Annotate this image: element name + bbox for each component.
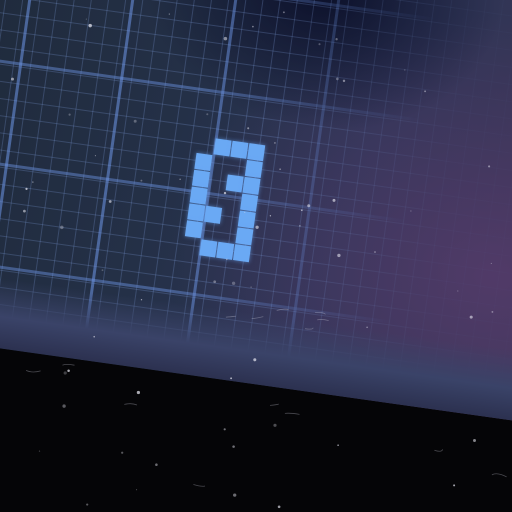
fiber-strand xyxy=(124,403,138,406)
dust-speck xyxy=(473,439,476,442)
dust-speck xyxy=(273,423,277,427)
dust-speck xyxy=(337,444,339,447)
dust-speck xyxy=(86,503,89,506)
dust-speck xyxy=(62,404,66,408)
digit-pixel xyxy=(240,193,259,212)
dust-speck xyxy=(121,451,124,454)
digit-pixel xyxy=(187,203,206,222)
fiber-strand xyxy=(491,473,507,478)
dust-speck xyxy=(233,493,237,497)
dust-speck xyxy=(277,505,281,509)
digit-pixel xyxy=(204,205,223,224)
digit-pixel xyxy=(213,138,232,157)
fiber-strand xyxy=(434,449,443,452)
dust-speck xyxy=(67,369,70,372)
fiber-strand xyxy=(25,370,41,373)
digit-pixel xyxy=(235,227,254,246)
photo-scene xyxy=(0,0,512,512)
digit-pixel xyxy=(194,152,213,171)
dust-speck xyxy=(38,450,41,452)
fiber-strand xyxy=(193,484,206,487)
dust-speck xyxy=(232,445,235,448)
digit-pixel xyxy=(189,186,208,205)
dust-speck xyxy=(223,428,226,431)
dust-speck xyxy=(155,463,158,466)
lcd-screen xyxy=(0,0,512,430)
digit-pixel xyxy=(230,140,249,159)
dust-speck xyxy=(136,390,141,395)
digit-pixel xyxy=(244,159,263,179)
digit-pixel xyxy=(237,210,256,229)
pixel-digit xyxy=(181,136,288,277)
digit-pixel xyxy=(247,143,266,162)
dust-speck xyxy=(453,484,456,487)
dust-speck xyxy=(136,489,138,491)
digit-pixel xyxy=(191,169,211,188)
digit-pixel xyxy=(225,174,244,193)
digit-pixel xyxy=(232,244,252,263)
dust-speck xyxy=(63,371,67,375)
digit-pixel xyxy=(216,241,235,260)
fiber-strand xyxy=(284,412,300,415)
digit-pixel xyxy=(184,220,203,239)
digit-pixel xyxy=(242,176,261,195)
fiber-strand xyxy=(62,363,75,366)
digit-pixel xyxy=(199,239,218,258)
fiber-strand xyxy=(269,403,279,406)
